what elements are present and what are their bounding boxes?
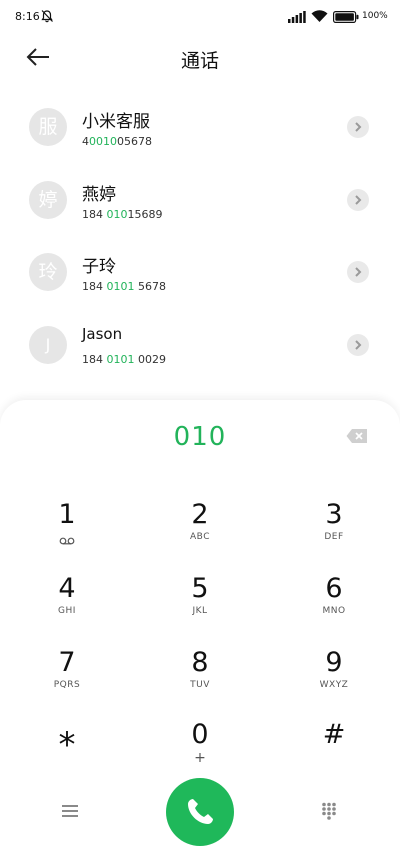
key-9[interactable]: 9 WXYZ (279, 648, 389, 704)
chevron-right-icon (355, 267, 362, 277)
phone-icon (188, 799, 213, 824)
key-4[interactable]: 4 GHI (12, 574, 122, 630)
contact-number: 184 0101 5678 (82, 280, 166, 293)
contact-row[interactable]: 玲 子玲 184 0101 5678 (0, 240, 400, 300)
contact-detail-button[interactable] (347, 334, 369, 356)
keypad-icon[interactable] (321, 802, 337, 820)
chevron-right-icon (355, 195, 362, 205)
call-button[interactable] (166, 778, 234, 846)
contact-number: 4001005678 (82, 135, 152, 148)
contact-number: 184 01015689 (82, 208, 163, 221)
contact-detail-button[interactable] (347, 116, 369, 138)
avatar: J (29, 326, 67, 364)
contact-name: 燕婷 (82, 185, 116, 205)
wifi-icon (311, 10, 328, 22)
bell-muted-icon (41, 10, 53, 23)
key-1[interactable]: 1 (12, 500, 122, 556)
key-0[interactable]: 0 + (145, 720, 255, 776)
key-2[interactable]: 2 ABC (145, 500, 255, 556)
status-bar: 8:16 100% (0, 0, 400, 34)
contact-row[interactable]: 婷 燕婷 184 01015689 (0, 168, 400, 228)
battery-percent: 100% (362, 11, 388, 21)
contact-number: 184 0101 0029 (82, 353, 166, 366)
contact-detail-button[interactable] (347, 189, 369, 211)
key-6[interactable]: 6 MNO (279, 574, 389, 630)
chevron-right-icon (355, 340, 362, 350)
key-star[interactable]: * (12, 726, 122, 782)
header: 通话 (0, 38, 400, 78)
contact-detail-button[interactable] (347, 261, 369, 283)
page-title: 通话 (180, 50, 219, 72)
key-7[interactable]: 7 PQRS (12, 648, 122, 704)
avatar: 玲 (29, 253, 67, 291)
key-3[interactable]: 3 DEF (279, 500, 389, 556)
avatar: 婷 (29, 181, 67, 219)
avatar: 服 (29, 108, 67, 146)
key-hash[interactable]: # (279, 720, 389, 776)
contact-name: 小米客服 (82, 112, 150, 132)
contact-name: 子玲 (82, 257, 116, 277)
contact-name: Jason (82, 325, 123, 343)
battery-icon (333, 11, 359, 23)
key-8[interactable]: 8 TUV (145, 648, 255, 704)
signal-icon (288, 11, 306, 23)
dialpad-panel: 010 1 2 ABC 3 DEF 4 GHI 5 JKL 6 MNO 7 PQ… (0, 400, 400, 866)
contact-row[interactable]: J Jason 184 0101 0029 (0, 313, 400, 373)
chevron-right-icon (355, 122, 362, 132)
voicemail-icon (59, 537, 75, 545)
key-5[interactable]: 5 JKL (145, 574, 255, 630)
contact-row[interactable]: 服 小米客服 4001005678 (0, 95, 400, 155)
menu-icon[interactable] (61, 804, 79, 818)
backspace-icon[interactable] (346, 428, 368, 444)
dialed-number-display[interactable]: 010 (0, 422, 400, 452)
status-time: 8:16 (15, 10, 40, 23)
